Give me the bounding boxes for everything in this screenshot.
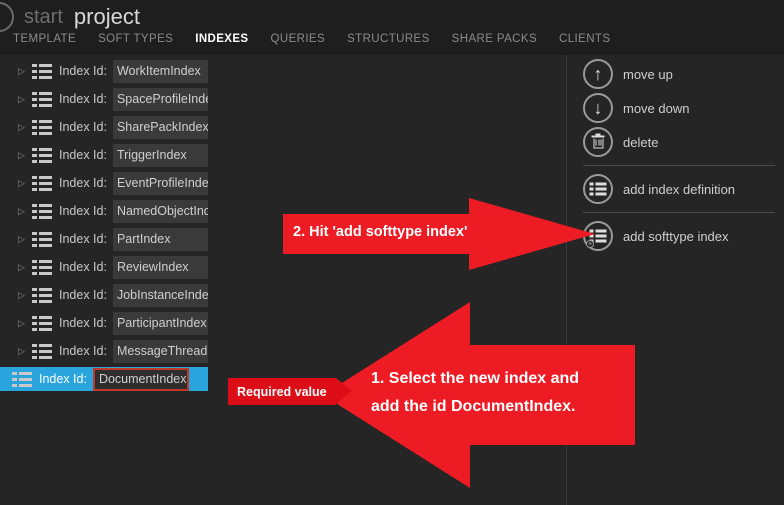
circle-logo-icon: [0, 2, 14, 32]
index-list-icon: [32, 343, 52, 359]
index-list-icon: [32, 203, 52, 219]
annotation-text-step2: 2. Hit 'add softtype index': [293, 224, 468, 240]
move-down-label: move down: [623, 100, 690, 116]
expand-triangle-icon[interactable]: ▷: [18, 346, 28, 356]
move-down-button[interactable]: ↓ move down: [583, 91, 783, 125]
tab-soft-types[interactable]: SOFT TYPES: [98, 33, 173, 45]
expand-triangle-icon[interactable]: ▷: [18, 290, 28, 300]
index-id-label: Index Id:: [59, 176, 107, 190]
tab-share-packs[interactable]: SHARE PACKS: [452, 33, 537, 45]
index-id-input[interactable]: PartIndex: [112, 227, 208, 251]
index-id-input[interactable]: JobInstanceIndex: [112, 283, 208, 307]
action-separator-1: [583, 165, 775, 166]
arrow-down-icon: ↓: [583, 93, 613, 123]
expand-triangle-icon[interactable]: ▷: [18, 150, 28, 160]
expand-triangle-icon[interactable]: ▷: [18, 94, 28, 104]
index-list-icon: [32, 231, 52, 247]
tab-structures[interactable]: STRUCTURES: [347, 33, 430, 45]
index-id-input[interactable]: TriggerIndex: [112, 143, 208, 167]
tab-template[interactable]: TEMPLATE: [13, 33, 76, 45]
index-row[interactable]: ▷ Index Id: ParticipantIndex: [0, 311, 208, 335]
expand-triangle-icon[interactable]: ▷: [18, 122, 28, 132]
tab-indexes[interactable]: INDEXES: [195, 33, 248, 45]
index-id-input[interactable]: SpaceProfileIndex: [112, 87, 208, 111]
index-id-label: Index Id:: [59, 232, 107, 246]
index-id-input[interactable]: SharePackIndex: [112, 115, 208, 139]
index-list-icon: [32, 259, 52, 275]
add-index-definition-button[interactable]: add index definition: [583, 172, 783, 206]
index-id-label: Index Id:: [59, 148, 107, 162]
index-row[interactable]: ▷ Index Id: SharePackIndex: [0, 115, 208, 139]
index-id-label: Index Id:: [59, 120, 107, 134]
index-id-label: Index Id:: [59, 92, 107, 106]
action-separator-2: [583, 212, 775, 213]
add-softtype-index-label: add softtype index: [623, 228, 729, 244]
index-row[interactable]: ▷ Index Id: EventProfileIndex: [0, 171, 208, 195]
index-row[interactable]: ▷ Index Id: SpaceProfileIndex: [0, 87, 208, 111]
index-id-input[interactable]: NamedObjectIndex: [112, 199, 208, 223]
delete-button[interactable]: delete: [583, 125, 783, 159]
index-list-icon: [32, 91, 52, 107]
arrow-up-icon: ↑: [583, 59, 613, 89]
index-id-label: Index Id:: [59, 260, 107, 274]
index-id-label: Index Id:: [59, 288, 107, 302]
index-id-label: Index Id:: [59, 204, 107, 218]
title-row: start project: [0, 1, 140, 33]
move-up-button[interactable]: ↑ move up: [583, 57, 783, 91]
index-id-input[interactable]: EventProfileIndex: [112, 171, 208, 195]
index-id-label: Index Id:: [59, 316, 107, 330]
breadcrumb-start[interactable]: start: [24, 6, 63, 29]
index-list-icon: [32, 287, 52, 303]
index-row-selected[interactable]: Index Id: DocumentIndex: [0, 367, 208, 391]
add-index-definition-label: add index definition: [623, 181, 736, 197]
index-list-icon: [32, 147, 52, 163]
index-list-icon: [32, 175, 52, 191]
index-list-icon: [12, 371, 32, 387]
index-id-input[interactable]: MessageThreadIndex: [112, 339, 208, 363]
annotation-text-step1: 1. Select the new index and add the id Do…: [371, 370, 580, 415]
expand-triangle-icon[interactable]: ▷: [18, 318, 28, 328]
tab-bar: TEMPLATE SOFT TYPES INDEXES QUERIES STRU…: [13, 33, 610, 45]
expand-triangle-icon[interactable]: ▷: [18, 206, 28, 216]
index-id-label: Index Id:: [59, 64, 107, 78]
tab-queries[interactable]: QUERIES: [271, 33, 326, 45]
index-row[interactable]: ▷ Index Id: NamedObjectIndex: [0, 199, 208, 223]
add-softtype-index-button[interactable]: + add softtype index: [583, 219, 783, 253]
required-value-tooltip: Required value: [228, 378, 352, 405]
app-window: start project TEMPLATE SOFT TYPES INDEXE…: [0, 0, 784, 505]
action-panel: ↑ move up ↓ move down delete add index d…: [583, 57, 783, 253]
index-row[interactable]: ▷ Index Id: WorkItemIndex: [0, 59, 208, 83]
move-up-label: move up: [623, 66, 673, 82]
index-list-icon: [32, 63, 52, 79]
index-id-input[interactable]: ParticipantIndex: [112, 311, 208, 335]
page-title: project: [73, 4, 140, 29]
expand-triangle-icon[interactable]: ▷: [18, 178, 28, 188]
trash-icon: [583, 127, 613, 157]
index-row[interactable]: ▷ Index Id: TriggerIndex: [0, 143, 208, 167]
index-list-icon: [32, 119, 52, 135]
expand-triangle-icon[interactable]: ▷: [18, 66, 28, 76]
index-list-icon: [32, 315, 52, 331]
index-row[interactable]: ▷ Index Id: JobInstanceIndex: [0, 283, 208, 307]
index-id-label: Index Id:: [59, 344, 107, 358]
index-id-label: Index Id:: [39, 372, 87, 386]
index-id-input[interactable]: WorkItemIndex: [112, 59, 208, 83]
app-header: start project TEMPLATE SOFT TYPES INDEXE…: [0, 0, 784, 55]
index-row[interactable]: ▷ Index Id: MessageThreadIndex: [0, 339, 208, 363]
index-row[interactable]: ▷ Index Id: ReviewIndex: [0, 255, 208, 279]
index-id-input[interactable]: DocumentIndex: [92, 367, 189, 391]
tab-clients[interactable]: CLIENTS: [559, 33, 610, 45]
expand-triangle-icon[interactable]: ▷: [18, 262, 28, 272]
expand-triangle-icon[interactable]: ▷: [18, 234, 28, 244]
index-row[interactable]: ▷ Index Id: PartIndex: [0, 227, 208, 251]
delete-label: delete: [623, 134, 659, 150]
index-id-input[interactable]: ReviewIndex: [112, 255, 208, 279]
